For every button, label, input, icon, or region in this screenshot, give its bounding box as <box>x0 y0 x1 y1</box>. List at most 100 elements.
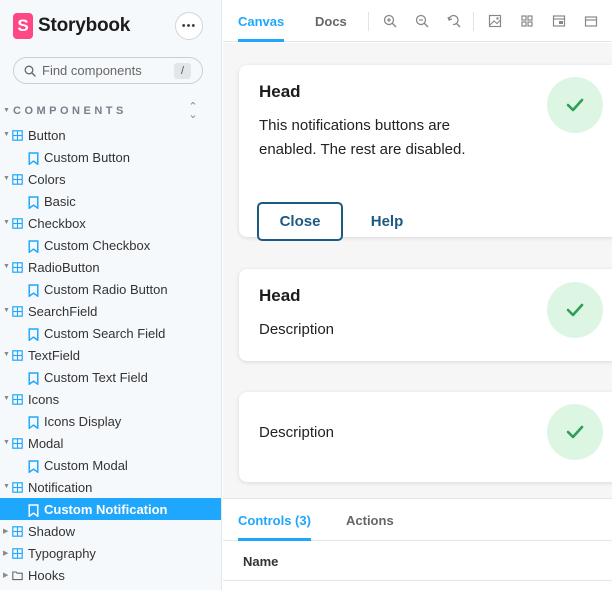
sidebar-component-item[interactable]: ▼ RadioButton <box>0 256 221 278</box>
brand-name: Storybook <box>38 15 131 36</box>
sidebar-component-item[interactable]: ▼ SearchField <box>0 300 221 322</box>
folder-icon <box>12 569 23 581</box>
component-icon <box>12 305 23 317</box>
sidebar-story-item[interactable]: Custom Modal <box>0 454 221 476</box>
component-icon <box>12 547 23 559</box>
sidebar-item-label: Hooks <box>28 568 65 583</box>
sidebar-item-label: Colors <box>28 172 66 187</box>
sidebar-item-label: Icons Display <box>44 414 122 429</box>
component-icon <box>12 437 23 449</box>
sidebar-item-label: Custom Modal <box>44 458 128 473</box>
sidebar-story-item[interactable]: Custom Button <box>0 146 221 168</box>
zoom-reset-icon[interactable] <box>447 14 461 28</box>
sidebar: S Storybook ••• / ▼ COMPONENTS ⌃⌄ ▼ Butto… <box>0 0 222 590</box>
sidebar-item-label: Modal <box>28 436 64 451</box>
sidebar-item-label: Notification <box>28 480 93 495</box>
search-shortcut-badge: / <box>174 63 191 79</box>
bookmark-icon <box>28 196 39 210</box>
sidebar-component-item[interactable]: ▼ Checkbox <box>0 212 221 234</box>
sidebar-component-item[interactable]: ▼ Colors <box>0 168 221 190</box>
sidebar-item-label: Custom Notification <box>44 502 168 517</box>
close-button[interactable]: Close <box>257 202 343 241</box>
sidebar-story-item[interactable]: Custom Notification <box>0 498 221 520</box>
sidebar-folder-item[interactable]: ▶ Hooks <box>0 564 221 586</box>
sidebar-item-label: Custom Search Field <box>44 326 166 341</box>
story-canvas: Head This notifications buttons are enab… <box>223 43 612 498</box>
background-icon[interactable] <box>488 14 502 28</box>
notification-card: Description <box>239 392 612 482</box>
sidebar-component-item[interactable]: ▼ Button <box>0 124 221 146</box>
caret-down-icon: ▼ <box>3 263 10 270</box>
sidebar-item-label: Typography <box>28 546 96 561</box>
caret-down-icon: ▼ <box>3 219 10 226</box>
sidebar-component-item[interactable]: ▶ Shadow <box>0 520 221 542</box>
help-button[interactable]: Help <box>357 202 417 241</box>
search-input[interactable] <box>42 63 172 78</box>
tab-canvas[interactable]: Canvas <box>238 0 285 42</box>
sidebar-component-item[interactable]: ▶ Typography <box>0 542 221 564</box>
sidebar-item-label: Custom Button <box>44 150 130 165</box>
bookmark-icon <box>28 416 39 430</box>
bookmark-icon <box>28 240 39 254</box>
outline-icon[interactable] <box>584 14 598 28</box>
bookmark-icon <box>28 504 39 518</box>
sidebar-story-item[interactable]: Custom Radio Button <box>0 278 221 300</box>
tab-actions[interactable]: Actions <box>346 499 394 541</box>
sidebar-story-item[interactable]: Custom Checkbox <box>0 234 221 256</box>
component-tree: ▼ Button Custom Button ▼ Colors Basic ▼ Checkbo… <box>0 124 221 586</box>
bookmark-icon <box>28 460 39 474</box>
sidebar-component-item[interactable]: ▼ Modal <box>0 432 221 454</box>
sidebar-story-item[interactable]: Custom Text Field <box>0 366 221 388</box>
sidebar-item-label: Button <box>28 128 66 143</box>
viewport-icon[interactable] <box>552 14 566 28</box>
column-name-header: Name <box>243 554 279 569</box>
components-section-header[interactable]: ▼ COMPONENTS ⌃ ⌄ <box>0 102 221 121</box>
notification-head: Head <box>259 286 301 305</box>
notification-card: Head Description <box>239 269 612 361</box>
check-icon <box>566 303 584 317</box>
component-icon <box>12 525 23 537</box>
sidebar-menu-button[interactable]: ••• <box>175 12 203 40</box>
success-check-badge <box>547 404 603 460</box>
tab-docs[interactable]: Docs <box>315 0 347 42</box>
component-icon <box>12 217 23 229</box>
sidebar-story-item[interactable]: Basic <box>0 190 221 212</box>
expand-collapse-icon[interactable]: ⌃ ⌄ <box>187 102 199 121</box>
toolbar-divider <box>368 12 369 31</box>
sidebar-component-item[interactable]: ▼ TextField <box>0 344 221 366</box>
caret-down-icon: ▼ <box>3 175 10 182</box>
bookmark-icon <box>28 328 39 342</box>
sidebar-component-item[interactable]: ▼ Icons <box>0 388 221 410</box>
grid-icon[interactable] <box>520 14 534 28</box>
storybook-brand[interactable]: S Storybook <box>13 13 130 39</box>
sidebar-item-label: Custom Radio Button <box>44 282 168 297</box>
search-icon <box>24 65 36 77</box>
addons-tabbar: Controls (3) Actions <box>223 499 612 541</box>
tab-controls[interactable]: Controls (3) <box>238 499 311 541</box>
caret-down-icon: ▼ <box>3 107 10 114</box>
success-check-badge <box>547 77 603 133</box>
success-check-badge <box>547 282 603 338</box>
toolbar-divider <box>473 12 474 31</box>
preview-toolbar: Canvas Docs <box>223 0 612 42</box>
caret-down-icon: ▼ <box>3 351 10 358</box>
component-icon <box>12 481 23 493</box>
sidebar-story-item[interactable]: Icons Display <box>0 410 221 432</box>
caret-down-icon: ▼ <box>3 395 10 402</box>
notification-body: Description <box>259 424 335 441</box>
sidebar-item-label: Shadow <box>28 524 75 539</box>
caret-down-icon: ▼ <box>3 131 10 138</box>
addons-panel: Controls (3) Actions Name <box>223 498 612 590</box>
notification-body: Description <box>259 321 335 338</box>
caret-right-icon: ▶ <box>3 528 9 535</box>
search-box[interactable]: / <box>13 57 203 84</box>
bookmark-icon <box>28 152 39 166</box>
caret-down-icon: ▼ <box>3 307 10 314</box>
sidebar-component-item[interactable]: ▼ Notification <box>0 476 221 498</box>
sidebar-story-item[interactable]: Custom Search Field <box>0 322 221 344</box>
zoom-out-icon[interactable] <box>415 14 429 28</box>
caret-down-icon: ▼ <box>3 483 10 490</box>
notification-head: Head <box>259 82 301 101</box>
zoom-in-icon[interactable] <box>383 14 397 28</box>
component-icon <box>12 261 23 273</box>
